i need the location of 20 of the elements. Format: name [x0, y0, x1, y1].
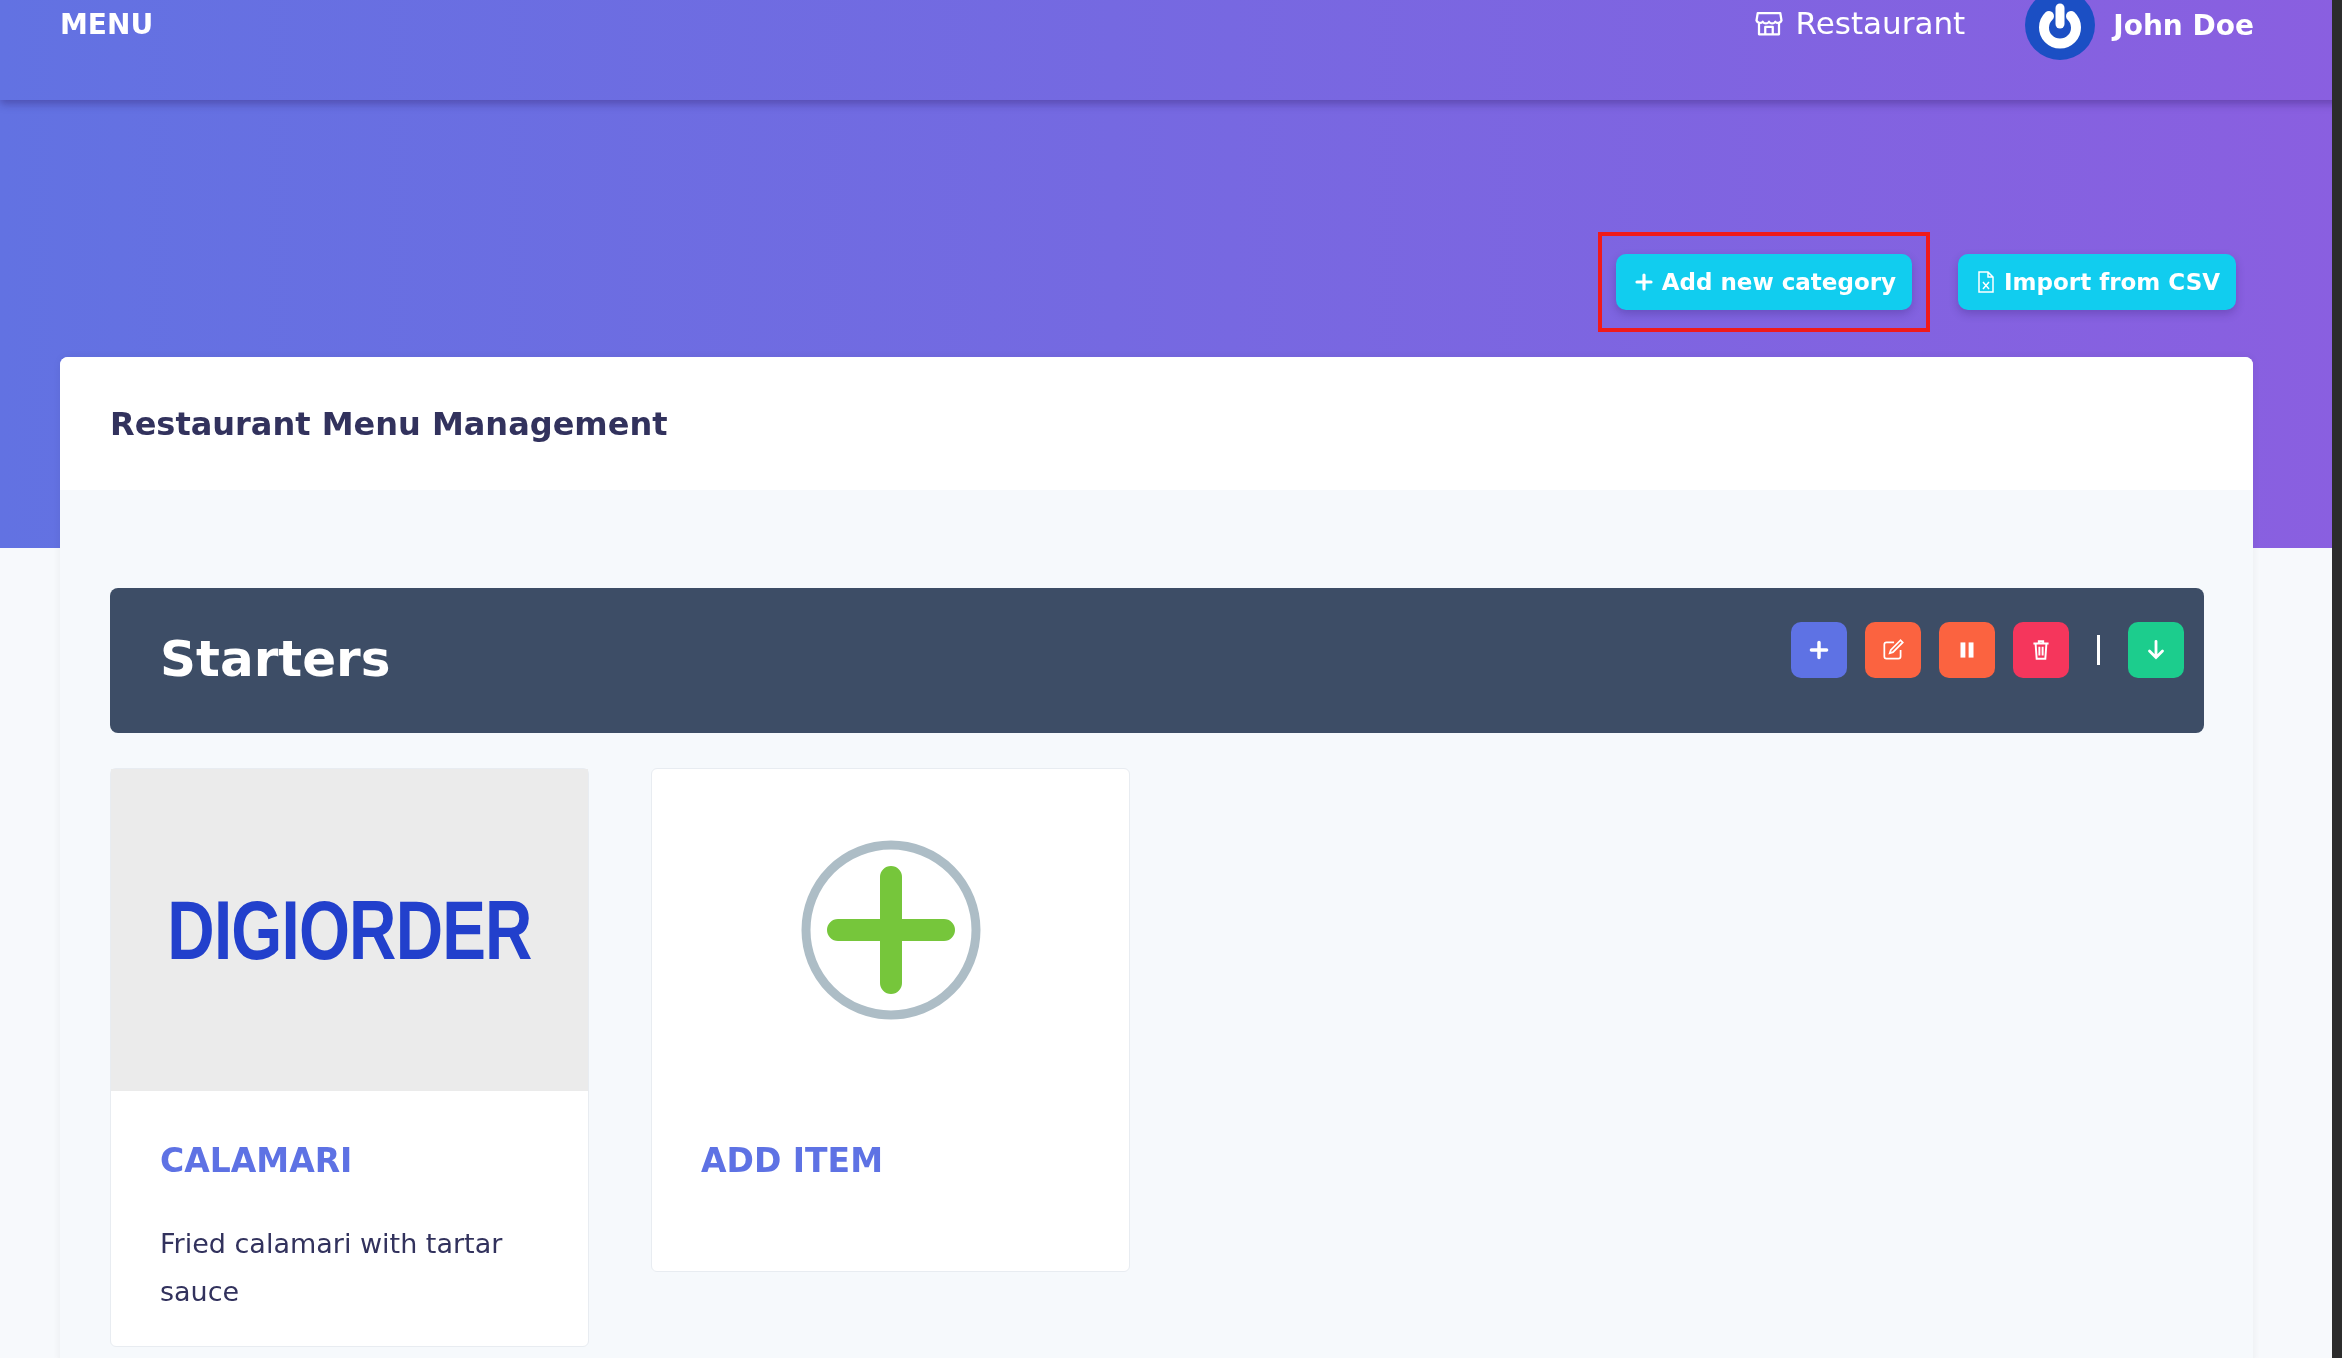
- category-title: Starters: [160, 630, 391, 688]
- item-title: ADD ITEM: [701, 1141, 884, 1180]
- scrollbar[interactable]: [2332, 0, 2342, 1358]
- logo-text: DIGIORDER: [167, 881, 532, 979]
- user-menu[interactable]: John Doe: [2025, 0, 2254, 60]
- delete-button[interactable]: [2013, 622, 2069, 678]
- menu-item-card[interactable]: DIGIORDER CALAMARI Fried calamari with tartar sauce: [110, 768, 589, 1347]
- brand-title[interactable]: MENU: [60, 8, 154, 41]
- restaurant-link[interactable]: Restaurant: [1753, 5, 1966, 41]
- avatar-icon: [2025, 0, 2096, 60]
- item-description: Fried calamari with tartar sauce: [160, 1227, 504, 1309]
- edit-button[interactable]: [1865, 622, 1921, 678]
- plus-circle-icon: [800, 840, 981, 1020]
- pause-button[interactable]: [1939, 622, 1995, 678]
- item-title: CALAMARI: [160, 1141, 354, 1180]
- move-down-button[interactable]: [2128, 622, 2184, 678]
- add-item-button[interactable]: [1791, 622, 1847, 678]
- add-item-card[interactable]: ADD ITEM: [651, 768, 1130, 1272]
- panel-title: Restaurant Menu Management: [110, 404, 668, 443]
- edit-icon: [1880, 637, 1906, 663]
